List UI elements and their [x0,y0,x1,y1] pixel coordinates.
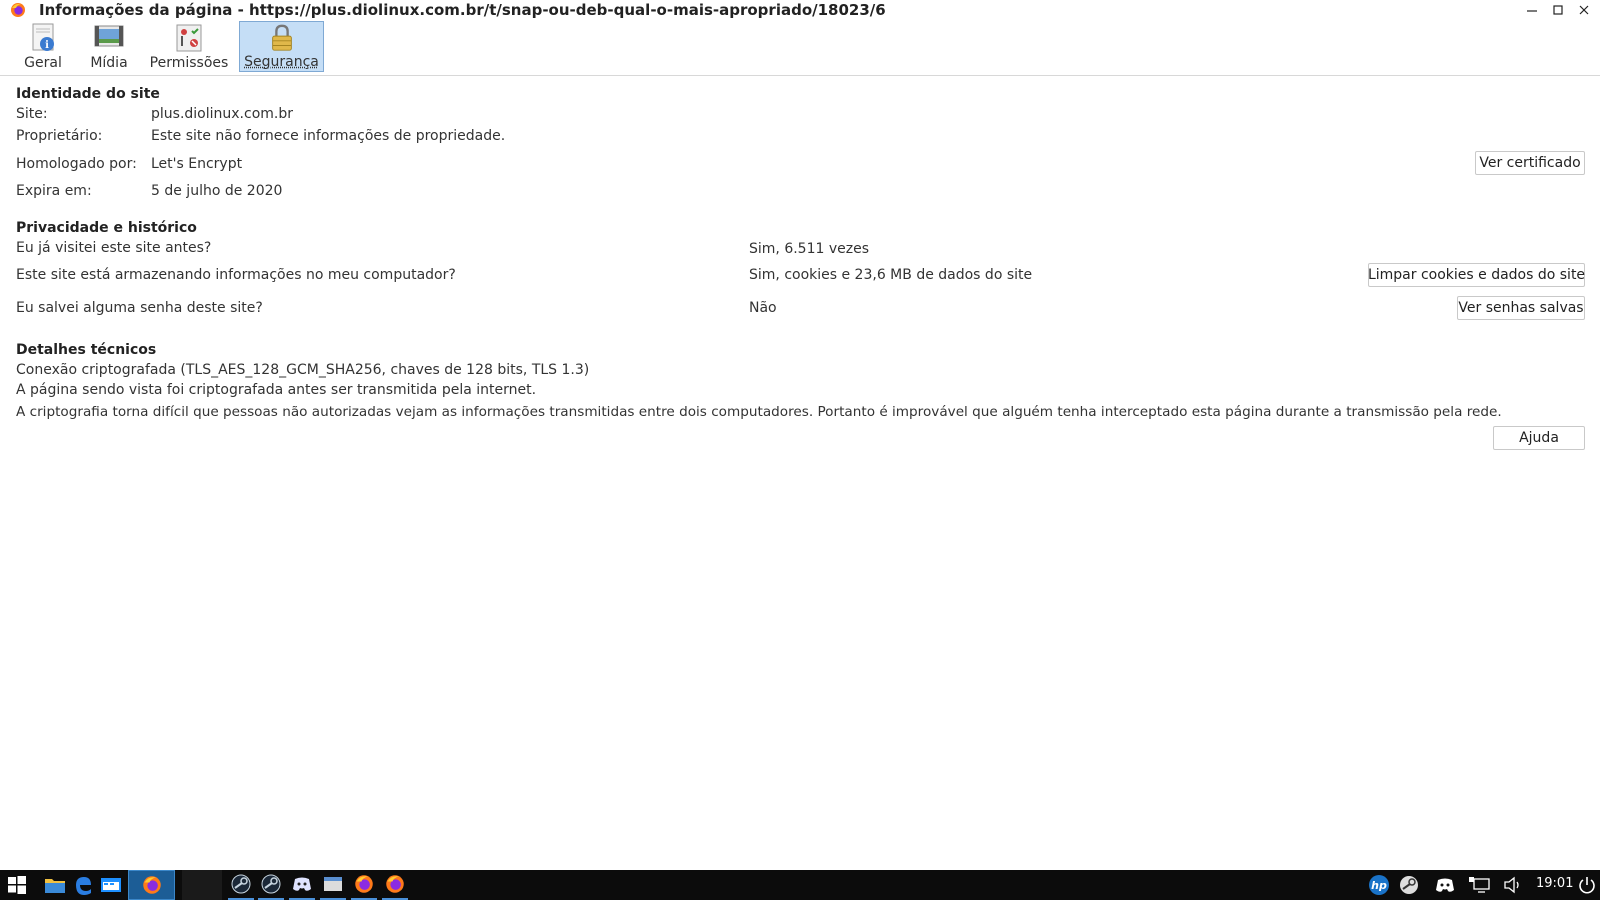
firefox-icon [11,3,25,17]
expires-value: 5 de julho de 2020 [151,183,283,199]
steam-icon [231,874,251,894]
taskbar-edge[interactable] [70,870,96,900]
clear-cookies-button[interactable]: Limpar cookies e dados do site [1368,263,1585,287]
tab-general[interactable]: i Geral [20,21,66,72]
verified-by-label: Homologado por: [16,156,137,172]
verified-by-value: Let's Encrypt [151,156,243,172]
encryption-explanation: A criptografia torna difícil que pessoas… [16,404,1502,420]
site-value: plus.diolinux.com.br [151,106,293,122]
storage-question: Este site está armazenando informações n… [16,267,456,283]
window-icon [324,877,342,891]
taskbar-window-app-2[interactable] [320,870,346,900]
expires-label: Expira em: [16,183,92,199]
firefox-icon [355,875,373,893]
taskbar-firefox-active[interactable] [128,870,175,900]
owner-label: Proprietário: [16,128,103,144]
taskbar-file-manager[interactable] [42,870,68,900]
maximize-icon [1553,5,1563,15]
visited-answer: Sim, 6.511 vezes [749,241,869,257]
taskbar-steam-1[interactable] [228,870,254,900]
privacy-heading: Privacidade e histórico [16,220,197,236]
permissions-icon [176,24,202,52]
tray-power[interactable] [1574,870,1600,900]
file-manager-icon [45,879,65,893]
start-icon [8,876,26,894]
close-button[interactable] [1572,0,1596,20]
tab-media-label: Mídia [90,55,128,71]
identity-heading: Identidade do site [16,86,160,102]
power-icon [1579,877,1595,894]
lock-icon [271,24,292,51]
svg-text:i: i [45,40,49,51]
hp-icon: hp [1369,875,1389,895]
taskbar-window-app[interactable] [98,870,124,900]
maximize-button[interactable] [1546,0,1570,20]
view-certificate-button[interactable]: Ver certificado [1475,151,1585,175]
tab-security[interactable]: Segurança [239,21,324,72]
steam-icon [1400,876,1418,894]
tab-security-label: Segurança [244,54,319,70]
window-titlebar: Informações da página - https://plus.dio… [0,0,1600,20]
help-button[interactable]: Ajuda [1493,426,1585,450]
view-saved-passwords-button[interactable]: Ver senhas salvas [1457,296,1585,320]
technical-heading: Detalhes técnicos [16,342,157,358]
svg-text:hp: hp [1371,879,1387,892]
steam-icon [261,874,281,894]
taskbar: hp 19:01 [0,870,1600,900]
taskbar-firefox-3[interactable] [382,870,408,900]
tray-volume[interactable] [1500,870,1526,900]
visited-question: Eu já visitei este site antes? [16,240,212,256]
site-label: Site: [16,106,48,122]
minimize-icon [1527,10,1537,12]
owner-value: Este site não fornece informações de pro… [151,128,506,144]
discord-icon [293,877,311,891]
window-title: Informações da página - https://plus.dio… [39,1,886,19]
close-icon [1579,5,1589,15]
start-button[interactable] [4,870,30,900]
edge-browser-icon [76,877,91,895]
discord-icon [1436,878,1454,892]
connection-details: Conexão criptografada (TLS_AES_128_GCM_S… [16,362,590,378]
tab-permissions-label: Permissões [149,55,229,71]
tab-general-label: Geral [24,55,62,71]
taskbar-discord[interactable] [289,870,315,900]
tab-media[interactable]: Mídia [86,21,132,72]
volume-icon [1504,876,1519,894]
password-question: Eu salvei alguma senha deste site? [16,300,263,316]
taskbar-empty-slot[interactable] [182,870,222,900]
encryption-note: A página sendo vista foi criptografada a… [16,382,537,398]
tab-bar: i Geral Mídia Permissões Segurança [0,20,1600,76]
network-icon [1469,877,1490,893]
firefox-icon [386,875,404,893]
tray-hp[interactable]: hp [1366,870,1392,900]
tray-discord[interactable] [1432,870,1458,900]
tray-network[interactable] [1466,870,1492,900]
tab-permissions[interactable]: Permissões [150,21,228,72]
taskbar-steam-2[interactable] [258,870,284,900]
minimize-button[interactable] [1520,0,1544,20]
storage-answer: Sim, cookies e 23,6 MB de dados do site [749,267,1033,283]
info-document-icon: i [32,23,54,51]
media-icon [94,25,124,47]
password-answer: Não [749,300,777,316]
taskbar-firefox-2[interactable] [351,870,377,900]
firefox-icon [142,876,161,894]
tray-steam[interactable] [1396,870,1422,900]
taskbar-clock[interactable]: 19:01 [1536,876,1573,891]
window-icon [101,878,121,892]
